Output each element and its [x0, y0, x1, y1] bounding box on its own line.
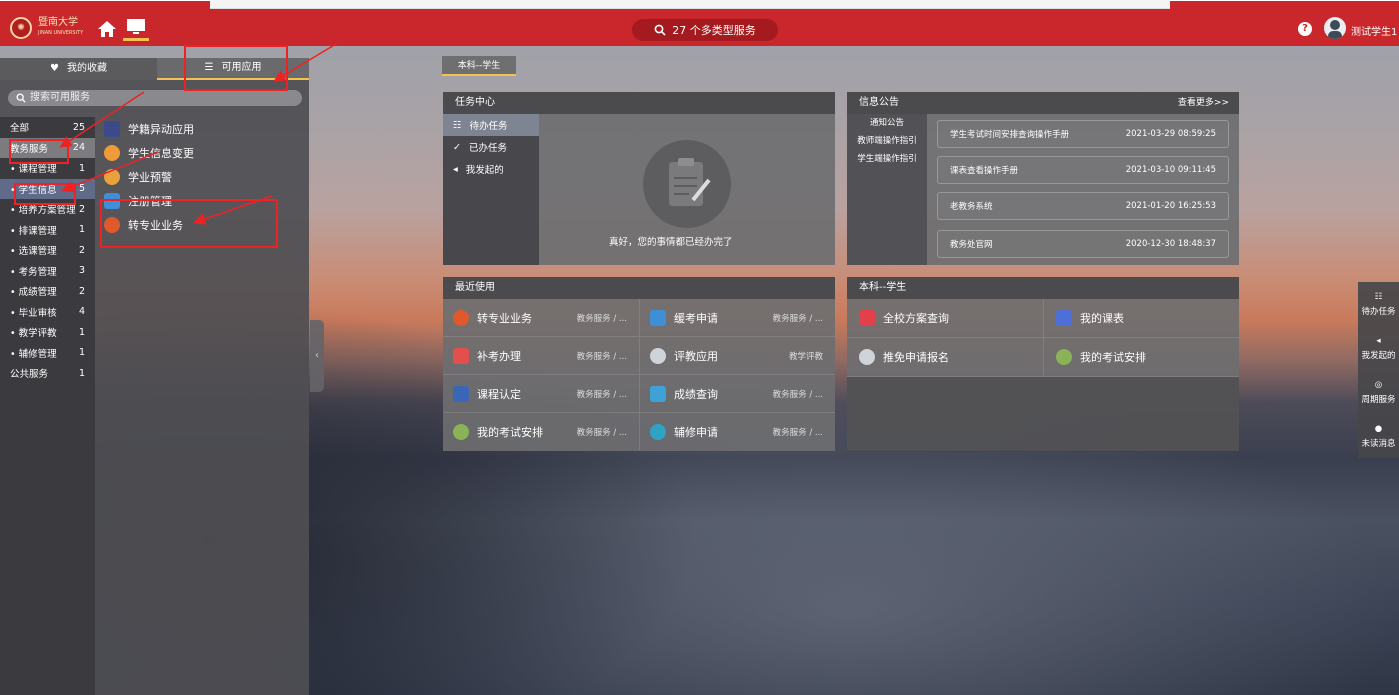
recent-item[interactable]: 课程认定 教务服务 / ... [443, 375, 639, 412]
dock-todo[interactable]: ☷ 待办任务 [1358, 282, 1399, 326]
recent-item[interactable]: 评教应用 教学评教 [639, 337, 835, 374]
notice-item[interactable]: 教务处官网 2020-12-30 18:48:37 [937, 230, 1229, 258]
tab-initiated[interactable]: ◂ 我发起的 [443, 158, 539, 180]
notice-item[interactable]: 老教务系统 2021-01-20 16:25:53 [937, 192, 1229, 220]
dock-initiated[interactable]: ◂ 我发起的 [1358, 326, 1399, 370]
recent-item[interactable]: 我的考试安排 教务服务 / ... [443, 413, 639, 450]
app-icon [859, 349, 875, 365]
recent-item[interactable]: 辅修申请 教务服务 / ... [639, 413, 835, 450]
dock-messages[interactable]: ● 未读消息 [1358, 414, 1399, 458]
student-app-item[interactable]: 我的考试安排 [1043, 338, 1239, 376]
category-item[interactable]: • 成绩管理 2 [0, 281, 95, 302]
notice-card: 信息公告 查看更多>> 通知公告 教师端操作指引 学生端操作指引 学生考试时间安… [847, 92, 1239, 265]
tab-student-guide[interactable]: 学生端操作指引 [847, 150, 927, 168]
more-link[interactable]: 查看更多>> [1178, 92, 1229, 114]
annotation-arrows [59, 43, 337, 225]
category-item[interactable]: 公共服务 1 [0, 363, 95, 384]
search-label: 27 个多类型服务 [672, 24, 756, 37]
tab-todo[interactable]: ☷ 待办任务 [443, 114, 539, 136]
app-icon [650, 309, 666, 326]
avatar[interactable] [1324, 17, 1346, 39]
app-icon [1056, 310, 1072, 326]
notice-item[interactable]: 课表查看操作手册 2021-03-10 09:11:45 [937, 156, 1229, 184]
recent-item[interactable]: 转专业业务 教务服务 / ... [443, 299, 639, 336]
student-card: 本科--学生 全校方案查询 我的课表 推免申请报名 我的考试安排 [847, 277, 1239, 452]
empty-area [847, 377, 1239, 452]
tab-teacher-guide[interactable]: 教师端操作指引 [847, 132, 927, 150]
side-dock: ☷ 待办任务 ◂ 我发起的 ◎ 周期服务 ● 未读消息 [1358, 282, 1399, 458]
tab-notice[interactable]: 通知公告 [847, 114, 927, 132]
task-nav: ☷ 待办任务 ✓ 已办任务 ◂ 我发起的 [443, 114, 539, 265]
app-icon [453, 347, 469, 364]
recent-grid: 转专业业务 教务服务 / ... 缓考申请 教务服务 / ... 补考办理 教务服务 … [443, 299, 835, 450]
list-icon: ☷ [453, 119, 462, 131]
recent-item[interactable]: 补考办理 教务服务 / ... [443, 337, 639, 374]
card-title: 信息公告 查看更多>> [847, 92, 1239, 114]
role-tab[interactable]: 本科--学生 [442, 56, 516, 76]
app-icon [1056, 349, 1072, 365]
recent-item[interactable]: 成绩查询 教务服务 / ... [639, 375, 835, 412]
send-icon: ◂ [1376, 335, 1381, 346]
tab-done[interactable]: ✓ 已办任务 [443, 136, 539, 158]
check-icon: ✓ [453, 141, 461, 153]
shield-check-icon: ◎ [1374, 379, 1383, 390]
app-icon [650, 385, 666, 402]
task-center-card: 任务中心 ☷ 待办任务 ✓ 已办任务 ◂ 我发起的 真好，您的事情都已经办完了 [443, 92, 835, 265]
app-icon [859, 310, 875, 326]
app-icon [453, 385, 469, 402]
service-search-button[interactable]: 27 个多类型服务 [632, 19, 778, 41]
recent-card: 最近使用 转专业业务 教务服务 / ... 缓考申请 教务服务 / ... 补考办理… [443, 277, 835, 451]
student-app-item[interactable]: 全校方案查询 [847, 299, 1043, 337]
dock-periodic[interactable]: ◎ 周期服务 [1358, 370, 1399, 414]
card-title: 本科--学生 [847, 277, 1239, 299]
search-icon [654, 24, 666, 36]
clipboard-illustration-icon [643, 140, 731, 228]
send-icon: ◂ [453, 163, 458, 175]
card-title: 最近使用 [443, 277, 835, 299]
recent-item[interactable]: 缓考申请 教务服务 / ... [639, 299, 835, 336]
user-name[interactable]: 测试学生1 [1351, 23, 1397, 38]
category-item[interactable]: • 教学评教 1 [0, 322, 95, 343]
student-grid: 全校方案查询 我的课表 推免申请报名 我的考试安排 [847, 299, 1239, 452]
list-icon: ☷ [1374, 291, 1383, 302]
chat-icon: ● [1374, 423, 1383, 434]
notice-nav: 通知公告 教师端操作指引 学生端操作指引 [847, 114, 927, 265]
student-app-item[interactable]: 我的课表 [1043, 299, 1239, 337]
help-icon[interactable]: ? [1298, 22, 1312, 36]
card-title: 任务中心 [443, 92, 835, 114]
app-icon [453, 423, 469, 440]
notice-item[interactable]: 学生考试时间安排查询操作手册 2021-03-29 08:59:25 [937, 120, 1229, 148]
category-item[interactable]: • 毕业审核 4 [0, 302, 95, 323]
category-item[interactable]: • 辅修管理 1 [0, 343, 95, 364]
app-icon [453, 309, 469, 326]
empty-message: 真好，您的事情都已经办完了 [609, 237, 733, 248]
app-icon [650, 423, 666, 440]
app-icon [650, 347, 666, 364]
collapse-panel-handle[interactable]: ‹ [310, 320, 324, 392]
category-item[interactable]: • 考务管理 3 [0, 261, 95, 282]
student-app-item[interactable]: 推免申请报名 [847, 338, 1043, 376]
